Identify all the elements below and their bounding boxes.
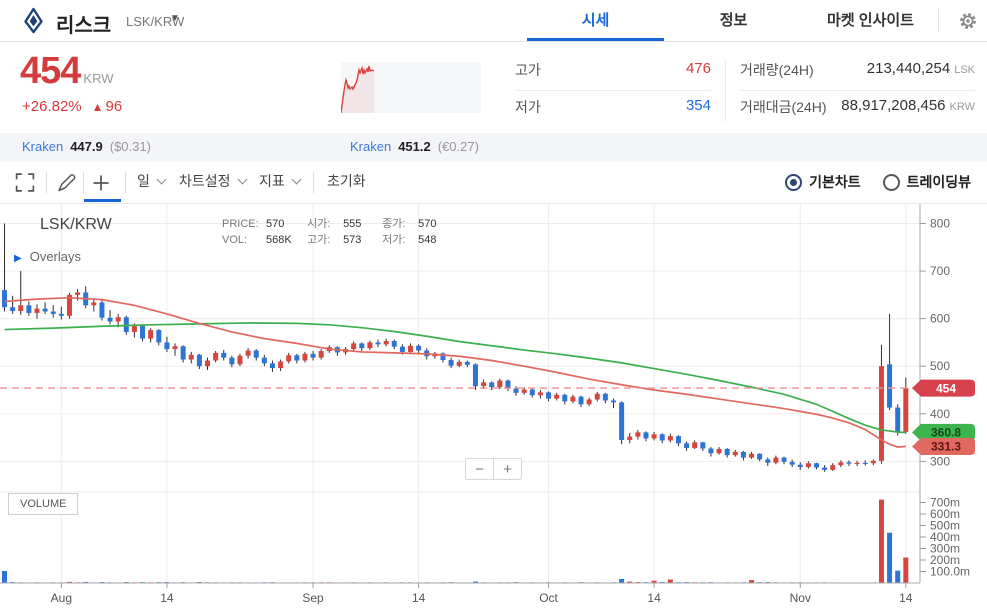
indicator-dropdown[interactable]: 지표 bbox=[259, 162, 300, 200]
overlays-arrow-icon: ▶ bbox=[14, 253, 22, 264]
svg-text:454: 454 bbox=[936, 381, 956, 395]
svg-text:100.0m: 100.0m bbox=[930, 565, 970, 579]
radio-tradingview[interactable]: 트레이딩뷰 bbox=[883, 172, 971, 192]
ohlc-info: PRICE:570 시가:555 종가:570 VOL:568K 고가:573 … bbox=[222, 216, 454, 248]
lisk-logo-icon bbox=[20, 7, 47, 34]
pencil-draw-icon[interactable] bbox=[55, 172, 78, 194]
ma-green-line bbox=[5, 323, 906, 433]
currency-unit: KRW bbox=[83, 71, 113, 86]
tab-market-insight[interactable]: 마켓 인사이트 bbox=[802, 0, 939, 38]
zoom-in-button[interactable]: + bbox=[493, 458, 522, 480]
header: 리스크 LSK/KRW ▼ 시세 정보 마켓 인사이트 bbox=[0, 0, 987, 42]
reset-button[interactable]: 초기화 bbox=[327, 162, 366, 200]
svg-text:Sep: Sep bbox=[302, 591, 324, 605]
svg-text:500: 500 bbox=[930, 359, 950, 373]
svg-text:400: 400 bbox=[930, 407, 950, 421]
radio-unselected-icon bbox=[883, 174, 900, 191]
active-tool-underline bbox=[84, 199, 121, 202]
price-change: +26.82%▲96 bbox=[22, 98, 122, 115]
divider bbox=[46, 172, 47, 193]
svg-text:300: 300 bbox=[930, 454, 950, 468]
chevron-down-icon bbox=[237, 175, 247, 185]
ma-red-line bbox=[5, 298, 906, 447]
stat-value-traded: 거래대금(24H) 88,917,208,456KRW bbox=[740, 97, 975, 123]
chart-canvas[interactable]: 800700600500400300700m600m500m400m300m20… bbox=[0, 204, 987, 610]
divider bbox=[83, 172, 84, 193]
chart-settings-dropdown[interactable]: 차트설정 bbox=[179, 162, 246, 200]
kraken-usd-quote[interactable]: Kraken447.9($0.31) bbox=[22, 139, 151, 154]
divider bbox=[125, 172, 126, 193]
sparkline bbox=[341, 62, 481, 113]
stat-volume: 거래량(24H) 213,440,254LSK bbox=[740, 60, 975, 86]
chevron-down-icon[interactable]: ▼ bbox=[170, 13, 180, 24]
radio-selected-icon bbox=[785, 174, 802, 191]
divider bbox=[740, 90, 975, 91]
interval-dropdown[interactable]: 일 bbox=[137, 162, 165, 200]
svg-text:Oct: Oct bbox=[539, 591, 558, 605]
svg-text:Aug: Aug bbox=[51, 591, 72, 605]
overlays-toggle[interactable]: ▶Overlays bbox=[14, 249, 81, 264]
svg-text:360.8: 360.8 bbox=[931, 426, 961, 440]
zoom-control: − + bbox=[465, 458, 522, 480]
svg-text:14: 14 bbox=[412, 591, 426, 605]
chevron-down-icon bbox=[156, 175, 166, 185]
coin-name: 리스크 bbox=[56, 9, 111, 38]
stat-high: 고가 476 bbox=[515, 60, 711, 86]
zoom-out-button[interactable]: − bbox=[465, 458, 494, 480]
divider bbox=[515, 90, 711, 91]
divider bbox=[725, 60, 726, 122]
chart-symbol-label: LSK/KRW bbox=[40, 216, 112, 234]
kraken-eur-quote[interactable]: Kraken451.2(€0.27) bbox=[350, 139, 479, 154]
volume-pane-label: VOLUME bbox=[8, 493, 78, 515]
up-arrow-icon: ▲ bbox=[92, 100, 104, 114]
tab-info[interactable]: 정보 bbox=[665, 0, 802, 38]
chevron-down-icon bbox=[291, 175, 301, 185]
radio-basic-chart[interactable]: 기본차트 bbox=[785, 172, 861, 192]
svg-text:700: 700 bbox=[930, 264, 950, 278]
candlestick-chart[interactable]: 800700600500400300700m600m500m400m300m20… bbox=[0, 204, 987, 610]
divider bbox=[313, 172, 314, 193]
svg-text:600: 600 bbox=[930, 312, 950, 326]
current-price: 454KRW bbox=[20, 50, 114, 93]
candles-layer bbox=[2, 224, 908, 472]
reference-price-bar: Kraken447.9($0.31) Kraken451.2(€0.27) bbox=[0, 133, 987, 162]
fullscreen-icon[interactable] bbox=[14, 172, 36, 193]
svg-text:Nov: Nov bbox=[790, 591, 811, 605]
svg-text:14: 14 bbox=[899, 591, 913, 605]
header-divider bbox=[938, 9, 939, 32]
volume-bars-layer bbox=[2, 500, 908, 584]
chart-toolbar: 일 차트설정 지표 초기화 기본차트 트레이딩뷰 bbox=[0, 162, 987, 204]
svg-text:331.3: 331.3 bbox=[931, 440, 961, 454]
svg-text:14: 14 bbox=[160, 591, 174, 605]
plus-add-indicator-icon[interactable] bbox=[91, 173, 111, 193]
svg-text:800: 800 bbox=[930, 217, 950, 231]
settings-gear-icon[interactable] bbox=[948, 5, 987, 37]
svg-text:14: 14 bbox=[647, 591, 661, 605]
stat-low: 저가 354 bbox=[515, 97, 711, 123]
chart-type-switch: 기본차트 트레이딩뷰 bbox=[785, 162, 971, 202]
tab-price[interactable]: 시세 bbox=[527, 0, 664, 41]
